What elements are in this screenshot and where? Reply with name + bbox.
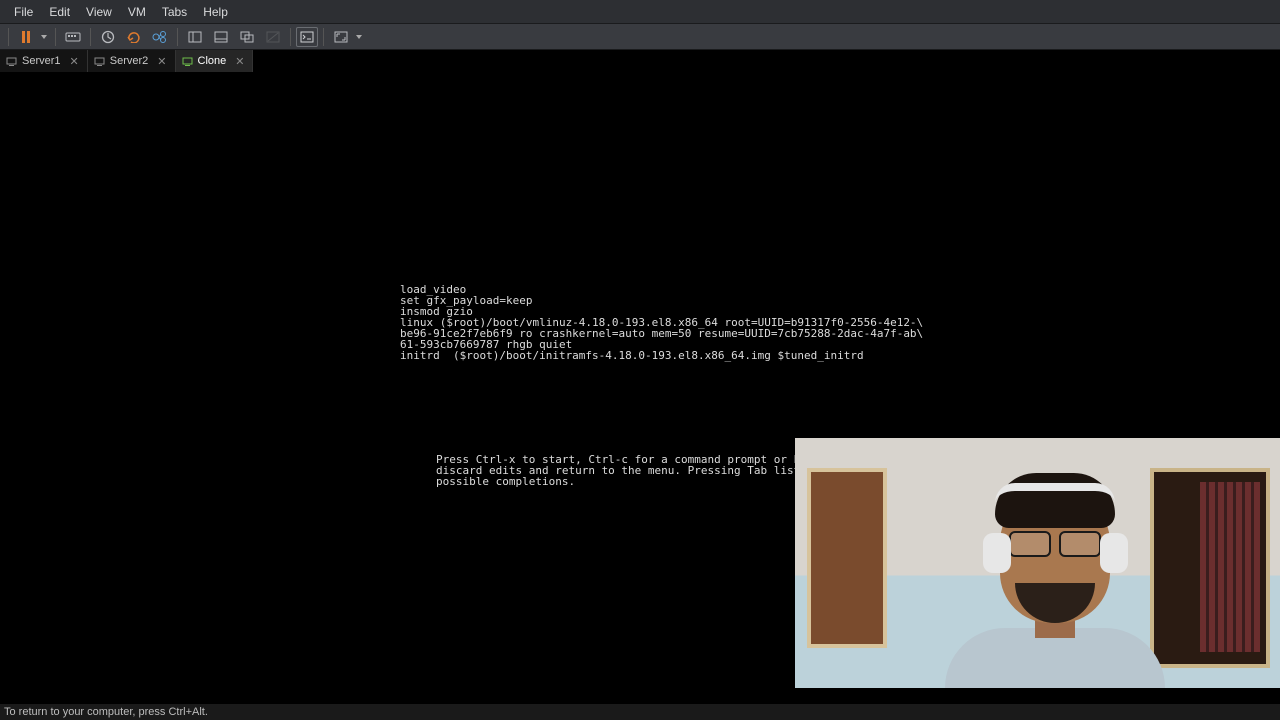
status-hint: To return to your computer, press Ctrl+A… xyxy=(4,706,208,718)
vm-tab-server1[interactable]: Server1 ✕ xyxy=(0,50,88,72)
revert-snapshot-button[interactable] xyxy=(122,26,146,48)
send-ctrl-alt-del-button[interactable] xyxy=(61,26,85,48)
toolbar xyxy=(0,24,1280,50)
power-dropdown-caret[interactable] xyxy=(41,35,47,39)
menu-file[interactable]: File xyxy=(6,2,41,22)
webcam-overlay xyxy=(795,438,1280,688)
grub-editor-text: load_video set gfx_payload=keep insmod g… xyxy=(400,284,923,361)
show-thumbnails-button[interactable] xyxy=(209,26,233,48)
vm-tab-clone[interactable]: Clone ✕ xyxy=(176,50,254,72)
vm-guest-console[interactable]: load_video set gfx_payload=keep insmod g… xyxy=(0,72,1280,704)
menu-tabs[interactable]: Tabs xyxy=(154,2,195,22)
vm-tab-label: Clone xyxy=(198,55,227,67)
send-ctrl-alt-del-icon xyxy=(65,30,81,44)
pause-icon xyxy=(22,31,30,43)
vm-tab-icon xyxy=(94,56,105,67)
unity-icon xyxy=(240,31,254,43)
disabled-view-icon xyxy=(266,31,280,43)
power-pause-button[interactable] xyxy=(14,26,38,48)
close-tab-button[interactable]: ✕ xyxy=(233,55,246,68)
free-stretch-button xyxy=(261,26,285,48)
fullscreen-dropdown-caret[interactable] xyxy=(356,35,362,39)
vm-tab-icon xyxy=(182,56,193,67)
menu-help[interactable]: Help xyxy=(195,2,236,22)
menu-bar: File Edit View VM Tabs Help xyxy=(0,0,1280,24)
grub-help-text: Press Ctrl-x to start, Ctrl-c for a comm… xyxy=(436,454,833,487)
revert-snapshot-icon xyxy=(127,31,141,43)
multiple-windows-icon xyxy=(214,31,228,43)
snapshot-manager-icon xyxy=(152,30,168,44)
snapshot-manager-button[interactable] xyxy=(148,26,172,48)
menu-view[interactable]: View xyxy=(78,2,120,22)
open-console-button[interactable] xyxy=(296,27,318,47)
menu-vm[interactable]: VM xyxy=(120,2,154,22)
vm-tab-label: Server1 xyxy=(22,55,61,67)
vm-tab-strip: Server1 ✕ Server2 ✕ Clone ✕ xyxy=(0,50,1280,72)
fullscreen-icon xyxy=(334,31,348,43)
close-tab-button[interactable]: ✕ xyxy=(68,55,81,68)
take-snapshot-button[interactable] xyxy=(96,26,120,48)
menu-edit[interactable]: Edit xyxy=(41,2,78,22)
close-tab-button[interactable]: ✕ xyxy=(155,55,168,68)
vm-tab-label: Server2 xyxy=(110,55,149,67)
status-bar: To return to your computer, press Ctrl+A… xyxy=(0,704,1280,720)
stretch-guest-button[interactable] xyxy=(235,26,259,48)
console-view-icon xyxy=(300,31,314,43)
vm-tab-icon xyxy=(6,56,17,67)
vm-tab-server2[interactable]: Server2 ✕ xyxy=(88,50,176,72)
show-console-button[interactable] xyxy=(183,26,207,48)
snapshot-icon xyxy=(101,30,115,44)
single-window-icon xyxy=(188,31,202,43)
enter-fullscreen-button[interactable] xyxy=(329,26,353,48)
